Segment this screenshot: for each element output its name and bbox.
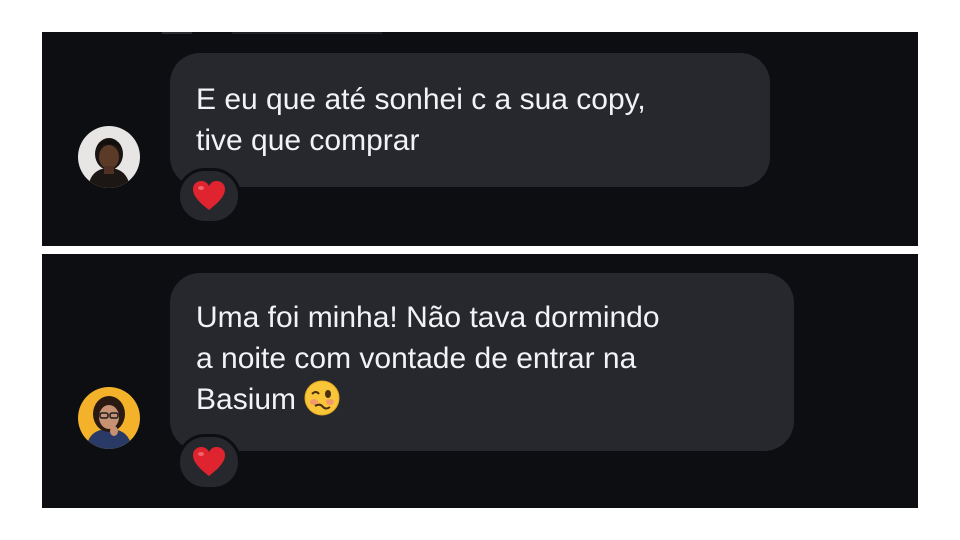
heart-reaction-badge[interactable] — [177, 434, 241, 490]
message-text: Basium — [196, 383, 297, 416]
message-line: tive que comprar — [196, 124, 420, 157]
message-line: Uma foi minha! Não tava dormindo — [196, 301, 660, 334]
screenshot-stage: E eu que até sonhei c a sua copy, tive q… — [0, 0, 960, 540]
chat-panel-2: Uma foi minha! Não tava dormindo a noite… — [42, 254, 918, 508]
message-line: a noite com vontade de entrar na — [196, 342, 637, 375]
avatar-portrait-icon — [78, 387, 140, 449]
woozy-face-icon — [304, 380, 340, 427]
red-heart-icon — [193, 447, 225, 476]
user-avatar-2[interactable] — [78, 387, 140, 449]
previous-message-edge — [162, 32, 382, 34]
avatar-portrait-icon — [78, 126, 140, 188]
chat-panel-1: E eu que até sonhei c a sua copy, tive q… — [42, 32, 918, 246]
red-heart-icon — [193, 181, 225, 210]
message-bubble-1[interactable]: E eu que até sonhei c a sua copy, tive q… — [170, 53, 770, 187]
heart-reaction-badge[interactable] — [177, 168, 241, 224]
message-line: E eu que até sonhei c a sua copy, — [196, 83, 646, 116]
message-line-with-emoji: Basium — [196, 379, 768, 427]
user-avatar-1[interactable] — [78, 126, 140, 188]
message-bubble-2[interactable]: Uma foi minha! Não tava dormindo a noite… — [170, 273, 794, 451]
